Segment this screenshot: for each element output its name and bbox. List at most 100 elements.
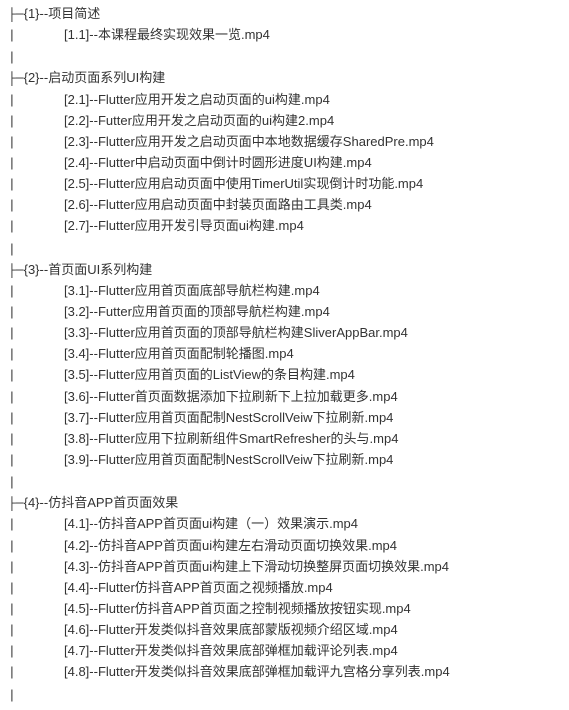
- tree-bar: |: [8, 451, 16, 471]
- section-title: 启动页面系列UI构建: [48, 70, 165, 85]
- tree-bar: |: [8, 409, 16, 429]
- tree-branch-prefix: ├─: [8, 7, 24, 22]
- item-index: [3.6]: [64, 389, 89, 404]
- file-item: |[3.7]--Flutter应用首页面配制NestScrollVeiw下拉刷新…: [8, 408, 561, 429]
- tree-bar: |: [8, 217, 16, 237]
- separator-dash: --: [89, 134, 98, 149]
- tree-bar-line: |: [8, 685, 561, 706]
- item-filename: 仿抖音APP首页面ui构建（一）效果演示.mp4: [98, 516, 358, 531]
- item-filename: Flutter应用开发引导页面ui构建.mp4: [98, 218, 304, 233]
- section-number: {1}: [24, 6, 40, 21]
- file-item: |[2.6]--Flutter应用启动页面中封装页面路由工具类.mp4: [8, 195, 561, 216]
- tree-bar: |: [8, 196, 16, 216]
- item-filename: Flutter开发类似抖音效果底部弹框加载评论列表.mp4: [98, 643, 398, 658]
- separator-dash: --: [89, 176, 98, 191]
- separator-dash: --: [89, 431, 98, 446]
- section-number: {4}: [24, 495, 40, 510]
- file-item: |[3.9]--Flutter应用首页面配制NestScrollVeiw下拉刷新…: [8, 450, 561, 471]
- item-index: [3.4]: [64, 346, 89, 361]
- tree-bar: |: [8, 324, 16, 344]
- tree-bar-line: |: [8, 472, 561, 493]
- file-item: |[3.2]--Futter应用首页面的顶部导航栏构建.mp4: [8, 302, 561, 323]
- item-filename: 仿抖音APP首页面ui构建左右滑动页面切换效果.mp4: [98, 538, 397, 553]
- item-filename: Flutter开发类似抖音效果底部蒙版视频介绍区域.mp4: [98, 622, 398, 637]
- separator-dash: --: [89, 218, 98, 233]
- section-title: 项目简述: [48, 6, 100, 21]
- file-item: |[3.8]--Flutter应用下拉刷新组件SmartRefresher的头与…: [8, 429, 561, 450]
- tree-bar: |: [8, 240, 16, 260]
- separator-dash: --: [89, 92, 98, 107]
- file-item: | [4.6]--Flutter开发类似抖音效果底部蒙版视频介绍区域.mp4: [8, 620, 561, 641]
- tree-bar: |: [8, 473, 16, 493]
- item-index: [1.1]: [64, 27, 89, 42]
- tree-bar-line: |: [8, 47, 561, 68]
- file-item: |[1.1]--本课程最终实现效果一览.mp4: [8, 25, 561, 46]
- item-filename: Flutter仿抖音APP首页面之视频播放.mp4: [98, 580, 333, 595]
- item-index: [4.5]: [64, 601, 89, 616]
- item-filename: 仿抖音APP首页面ui构建上下滑动切换整屏页面切换效果.mp4: [98, 559, 449, 574]
- item-filename: Flutter首页面数据添加下拉刷新下上拉加载更多.mp4: [98, 389, 398, 404]
- tree-bar: |: [8, 366, 16, 386]
- tree-branch-prefix: ├─: [8, 496, 24, 511]
- file-tree: ├─{1}--项目简述|[1.1]--本课程最终实现效果一览.mp4|├─{2}…: [8, 4, 561, 706]
- item-filename: Flutter应用首页面底部导航栏构建.mp4: [98, 283, 320, 298]
- item-filename: Flutter应用开发之启动页面中本地数据缓存SharedPre.mp4: [98, 134, 434, 149]
- item-index: [4.6]: [64, 622, 89, 637]
- tree-bar: |: [8, 48, 16, 68]
- tree-bar: |: [8, 621, 16, 641]
- separator-dash: --: [89, 283, 98, 298]
- separator-dash: --: [40, 262, 49, 277]
- section-number: {2}: [24, 70, 40, 85]
- tree-bar: |: [8, 26, 16, 46]
- item-filename: Flutter应用开发之启动页面的ui构建.mp4: [98, 92, 330, 107]
- file-item: |[2.7]--Flutter应用开发引导页面ui构建.mp4: [8, 216, 561, 237]
- file-item: |[3.5]--Flutter应用首页面的ListView的条目构建.mp4: [8, 365, 561, 386]
- tree-bar: |: [8, 642, 16, 662]
- section-items: |[1.1]--本课程最终实现效果一览.mp4: [8, 25, 561, 46]
- item-index: [4.1]: [64, 516, 89, 531]
- separator-dash: --: [89, 304, 98, 319]
- tree-branch-prefix: ├─: [8, 71, 24, 86]
- separator-dash: --: [89, 580, 98, 595]
- file-item: |[3.4]--Flutter应用首页面配制轮播图.mp4: [8, 344, 561, 365]
- tree-bar: |: [8, 91, 16, 111]
- item-filename: Futter应用首页面的顶部导航栏构建.mp4: [98, 304, 330, 319]
- item-index: [3.7]: [64, 410, 89, 425]
- section-items: |[4.1]--仿抖音APP首页面ui构建（一）效果演示.mp4|[4.2]--…: [8, 514, 561, 683]
- separator-dash: --: [89, 325, 98, 340]
- separator-dash: --: [89, 559, 98, 574]
- item-filename: 本课程最终实现效果一览.mp4: [98, 27, 270, 42]
- separator-dash: --: [89, 622, 98, 637]
- file-item: | [2.1]--Flutter应用开发之启动页面的ui构建.mp4: [8, 90, 561, 111]
- tree-bar: |: [8, 558, 16, 578]
- item-index: [3.9]: [64, 452, 89, 467]
- item-filename: Flutter应用首页面配制NestScrollVeiw下拉刷新.mp4: [98, 410, 393, 425]
- tree-bar: |: [8, 388, 16, 408]
- tree-bar: |: [8, 154, 16, 174]
- item-index: [2.6]: [64, 197, 89, 212]
- tree-bar: |: [8, 282, 16, 302]
- section-header: ├─{2}--启动页面系列UI构建: [8, 68, 561, 89]
- section-number: {3}: [24, 262, 40, 277]
- item-index: [4.4]: [64, 580, 89, 595]
- separator-dash: --: [89, 643, 98, 658]
- separator-dash: --: [89, 389, 98, 404]
- item-index: [3.3]: [64, 325, 89, 340]
- item-index: [2.4]: [64, 155, 89, 170]
- item-filename: Flutter中启动页面中倒计时圆形进度UI构建.mp4: [98, 155, 372, 170]
- file-item: |[4.5]--Flutter仿抖音APP首页面之控制视频播放按钮实现.mp4: [8, 599, 561, 620]
- separator-dash: --: [89, 346, 98, 361]
- tree-branch-prefix: ├─: [8, 263, 24, 278]
- item-index: [2.1]: [64, 92, 89, 107]
- item-index: [4.3]: [64, 559, 89, 574]
- item-index: [3.2]: [64, 304, 89, 319]
- file-item: |[4.1]--仿抖音APP首页面ui构建（一）效果演示.mp4: [8, 514, 561, 535]
- section-title: 首页面UI系列构建: [48, 262, 152, 277]
- tree-bar: |: [8, 579, 16, 599]
- item-filename: Flutter应用下拉刷新组件SmartRefresher的头与.mp4: [98, 431, 399, 446]
- item-index: [4.2]: [64, 538, 89, 553]
- separator-dash: --: [40, 6, 49, 21]
- separator-dash: --: [40, 495, 49, 510]
- separator-dash: --: [89, 516, 98, 531]
- file-item: |[2.4]--Flutter中启动页面中倒计时圆形进度UI构建.mp4: [8, 153, 561, 174]
